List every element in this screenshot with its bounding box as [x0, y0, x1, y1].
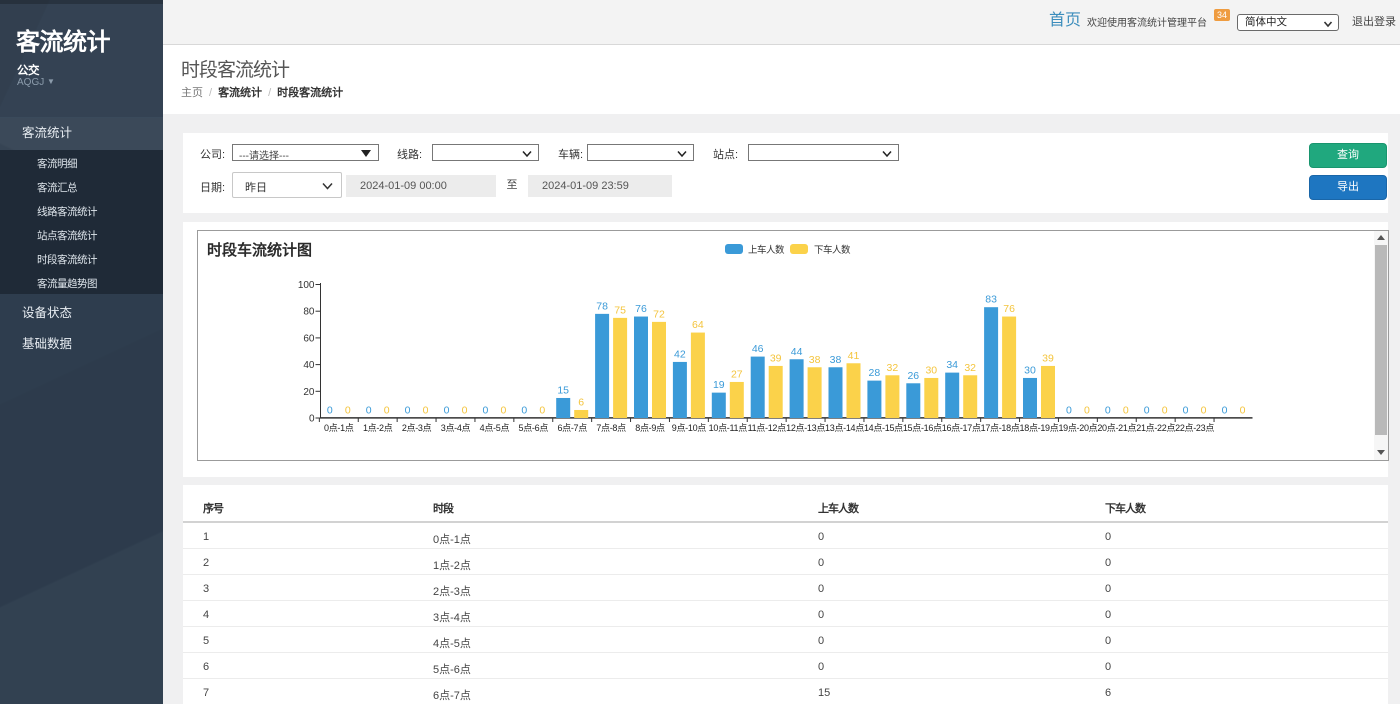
svg-text:16点-17点: 16点-17点: [942, 423, 981, 433]
svg-text:83: 83: [985, 294, 997, 306]
svg-text:12点-13点: 12点-13点: [786, 423, 825, 433]
svg-text:0: 0: [462, 405, 468, 417]
svg-text:20: 20: [303, 387, 315, 398]
svg-text:0: 0: [309, 414, 315, 425]
svg-text:40: 40: [303, 360, 315, 371]
svg-text:27: 27: [731, 368, 743, 380]
svg-text:34: 34: [946, 359, 958, 371]
svg-text:19: 19: [713, 379, 725, 391]
svg-text:0: 0: [384, 405, 390, 417]
svg-text:60: 60: [303, 333, 315, 344]
svg-text:3点-4点: 3点-4点: [441, 423, 471, 433]
svg-text:6: 6: [578, 396, 584, 408]
svg-text:4点-5点: 4点-5点: [480, 423, 510, 433]
svg-text:1点-2点: 1点-2点: [363, 423, 393, 433]
svg-text:0: 0: [345, 405, 351, 417]
svg-text:41: 41: [848, 350, 860, 362]
svg-text:38: 38: [809, 354, 821, 366]
svg-text:8点-9点: 8点-9点: [635, 423, 665, 433]
svg-text:80: 80: [303, 307, 315, 318]
svg-text:30: 30: [1024, 364, 1036, 376]
svg-text:0: 0: [327, 405, 333, 417]
svg-text:32: 32: [964, 362, 976, 374]
svg-text:17点-18点: 17点-18点: [981, 423, 1020, 433]
svg-text:10点-11点: 10点-11点: [709, 423, 748, 433]
svg-text:0: 0: [423, 405, 429, 417]
svg-text:18点-19点: 18点-19点: [1020, 423, 1059, 433]
svg-text:28: 28: [869, 367, 881, 379]
svg-text:0: 0: [1084, 405, 1090, 417]
svg-text:0: 0: [444, 405, 450, 417]
svg-text:0: 0: [366, 405, 372, 417]
svg-text:39: 39: [1042, 352, 1054, 364]
svg-text:0: 0: [1240, 405, 1246, 417]
svg-text:39: 39: [770, 352, 782, 364]
svg-text:0: 0: [1105, 405, 1111, 417]
svg-text:0: 0: [1144, 405, 1150, 417]
svg-text:0: 0: [405, 405, 411, 417]
svg-text:7点-8点: 7点-8点: [596, 423, 626, 433]
svg-text:76: 76: [635, 303, 647, 315]
svg-text:14点-15点: 14点-15点: [864, 423, 903, 433]
svg-text:78: 78: [596, 300, 608, 312]
svg-text:6点-7点: 6点-7点: [557, 423, 587, 433]
svg-text:100: 100: [298, 280, 315, 291]
svg-text:2点-3点: 2点-3点: [402, 423, 432, 433]
svg-text:0: 0: [1201, 405, 1207, 417]
svg-text:64: 64: [692, 319, 704, 331]
svg-text:13点-14点: 13点-14点: [825, 423, 864, 433]
svg-text:76: 76: [1003, 303, 1015, 315]
svg-text:0: 0: [1222, 405, 1228, 417]
svg-text:42: 42: [674, 348, 686, 360]
svg-text:0: 0: [1123, 405, 1129, 417]
svg-text:44: 44: [791, 346, 803, 358]
svg-text:30: 30: [925, 364, 937, 376]
svg-text:38: 38: [830, 354, 842, 366]
svg-text:0: 0: [539, 405, 545, 417]
svg-text:0: 0: [482, 405, 488, 417]
svg-text:75: 75: [614, 304, 626, 316]
svg-text:0: 0: [521, 405, 527, 417]
svg-text:22点-23点: 22点-23点: [1175, 423, 1214, 433]
svg-text:19点-20点: 19点-20点: [1058, 423, 1097, 433]
svg-text:32: 32: [887, 362, 899, 374]
svg-text:21点-22点: 21点-22点: [1136, 423, 1175, 433]
svg-text:46: 46: [752, 343, 764, 355]
svg-text:0: 0: [1066, 405, 1072, 417]
svg-text:11点-12点: 11点-12点: [748, 423, 787, 433]
svg-text:72: 72: [653, 308, 665, 320]
svg-text:5点-6点: 5点-6点: [519, 423, 549, 433]
svg-text:0: 0: [1162, 405, 1168, 417]
svg-text:0: 0: [1183, 405, 1189, 417]
svg-text:9点-10点: 9点-10点: [672, 423, 707, 433]
svg-text:0点-1点: 0点-1点: [324, 423, 354, 433]
svg-text:0: 0: [500, 405, 506, 417]
svg-text:15: 15: [557, 384, 569, 396]
svg-text:15点-16点: 15点-16点: [903, 423, 942, 433]
svg-text:20点-21点: 20点-21点: [1097, 423, 1136, 433]
svg-text:26: 26: [907, 370, 919, 382]
